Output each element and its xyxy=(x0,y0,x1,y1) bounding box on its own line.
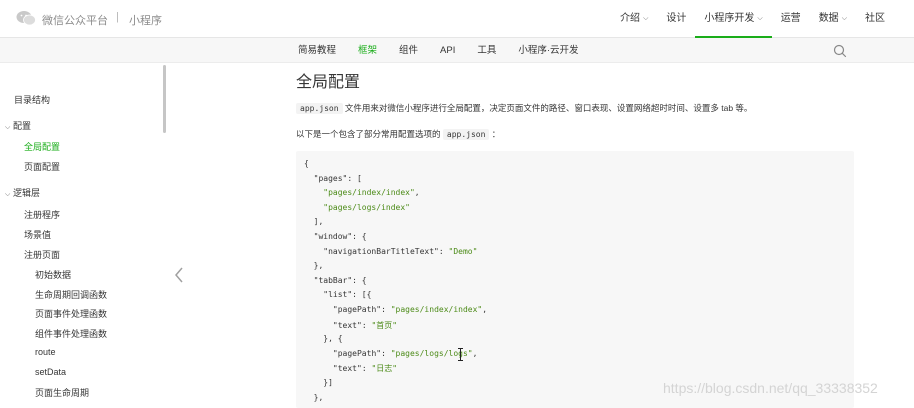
intro-paragraph: app.json 文件用来对微信小程序进行全局配置，决定页面文件的路径、窗口表现… xyxy=(296,102,752,114)
sidebar-item-directory[interactable]: 目录结构 xyxy=(14,93,50,106)
code-line: "pages": [ xyxy=(313,173,362,183)
brand-separator: | xyxy=(116,11,119,23)
tab-framework[interactable]: 框架 xyxy=(347,38,388,63)
sidebar-item-page-lifecycle[interactable]: 页面生命周期 xyxy=(35,386,89,399)
tab-api[interactable]: API xyxy=(429,38,466,63)
tab-cloud[interactable]: 小程序·云开发 xyxy=(507,38,589,63)
code-line: }, xyxy=(304,392,324,402)
tab-tutorial[interactable]: 简易教程 xyxy=(287,38,347,63)
inline-code: app.json xyxy=(296,103,343,114)
code-line: { xyxy=(304,159,309,168)
sidebar-item-initial-data[interactable]: 初始数据 xyxy=(35,268,71,281)
sidebar-item-lifecycle-callbacks[interactable]: 生命周期回调函数 xyxy=(35,288,107,301)
sub-nav-tabs: 简易教程 框架 组件 API 工具 小程序·云开发 xyxy=(287,38,590,63)
sidebar-item-route[interactable]: route xyxy=(35,347,56,357)
code-line: "navigationBarTitleText": "Demo" xyxy=(323,246,478,256)
tab-tools[interactable]: 工具 xyxy=(466,38,507,63)
search-icon[interactable] xyxy=(833,44,847,58)
code-line: "pagePath": "pages/index/index", xyxy=(332,305,488,314)
code-line: }, { xyxy=(304,334,343,344)
sidebar-item-page-config[interactable]: 页面配置 xyxy=(24,160,60,173)
sidebar-item-register-app[interactable]: 注册程序 xyxy=(24,208,60,221)
chevron-down-icon: ⌵ xyxy=(841,15,847,22)
code-line: "pages/logs/index" xyxy=(323,202,410,212)
top-nav: 介绍 ⌵ 设计 小程序开发 ⌵ 运营 数据 ⌵ 社区 xyxy=(611,0,894,38)
watermark: https://blog.csdn.net/qq_33338352 xyxy=(663,380,878,396)
chevron-left-icon[interactable] xyxy=(173,265,185,285)
sidebar-item-component-events[interactable]: 组件事件处理函数 xyxy=(35,327,107,340)
nav-item-design[interactable]: 设计 xyxy=(657,0,695,38)
sidebar-item-global-config[interactable]: 全局配置 xyxy=(24,140,60,153)
example-paragraph: 以下是一个包含了部分常用配置选项的 app.json ： xyxy=(296,129,501,140)
inline-code: app.json xyxy=(442,129,490,140)
wechat-logo-icon[interactable] xyxy=(16,10,36,26)
code-line: "pagePath": "pages/logs/logs", xyxy=(332,348,478,358)
chevron-down-icon: ⌵ xyxy=(5,191,11,198)
nav-item-data[interactable]: 数据 ⌵ xyxy=(810,0,856,38)
top-header: 微信公众平台 | 小程序 介绍 ⌵ 设计 小程序开发 ⌵ 运营 数据 ⌵ 社区 xyxy=(0,0,914,38)
brand-subtitle[interactable]: 小程序 xyxy=(129,12,162,28)
nav-item-operation[interactable]: 运营 xyxy=(772,0,810,38)
sidebar-item-logic-layer[interactable]: ⌵ 逻辑层 xyxy=(5,186,40,199)
code-line: "list": [{ xyxy=(323,290,372,300)
chevron-down-icon: ⌵ xyxy=(757,15,763,22)
sidebar-item-register-page[interactable]: 注册页面 xyxy=(24,248,60,261)
code-line: "pages/index/index", xyxy=(323,188,420,198)
code-line: "text": "日志" xyxy=(332,364,398,374)
sidebar-scrollbar[interactable] xyxy=(163,65,166,133)
chevron-down-icon: ⌵ xyxy=(643,15,649,22)
sub-nav: 简易教程 框架 组件 API 工具 小程序·云开发 xyxy=(0,38,914,63)
sidebar: 目录结构 ⌵ 配置 全局配置 页面配置 ⌵ 逻辑层 注册程序 场景值 注册页面 初始… xyxy=(0,63,166,408)
code-line: }] xyxy=(304,378,333,387)
nav-item-intro[interactable]: 介绍 ⌵ xyxy=(611,0,657,38)
nav-item-dev[interactable]: 小程序开发 ⌵ xyxy=(695,0,773,38)
page-title: 全局配置 xyxy=(296,74,361,91)
code-block[interactable]: { "pages": [ "pages/index/index", "pages… xyxy=(296,151,854,408)
nav-item-community[interactable]: 社区 xyxy=(856,0,894,38)
sidebar-item-scene[interactable]: 场景值 xyxy=(24,228,51,241)
brand-name[interactable]: 微信公众平台 xyxy=(42,12,108,28)
code-line: "tabBar": { xyxy=(313,275,367,285)
sidebar-item-setdata[interactable]: setData xyxy=(35,367,66,377)
code-line: "window": { xyxy=(313,232,367,241)
text-cursor-icon xyxy=(458,348,463,361)
code-line: }, xyxy=(304,261,324,271)
tab-components[interactable]: 组件 xyxy=(388,38,429,63)
chevron-down-icon: ⌵ xyxy=(5,124,11,131)
code-line: "text": "首页" xyxy=(332,320,398,330)
sidebar-item-config[interactable]: ⌵ 配置 xyxy=(5,119,31,132)
code-line: ], xyxy=(304,217,324,227)
sidebar-item-page-events[interactable]: 页面事件处理函数 xyxy=(35,307,107,320)
